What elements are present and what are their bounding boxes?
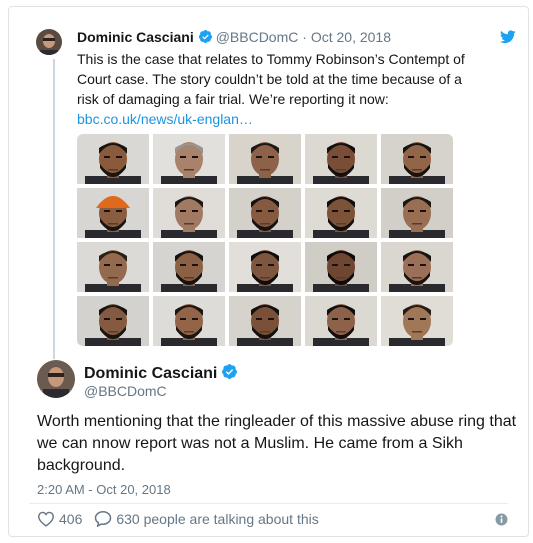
author-name[interactable]: Dominic Casciani [84,363,241,383]
twitter-bird-icon[interactable] [500,30,516,44]
quoted-tweet-date[interactable]: Oct 20, 2018 [311,29,391,45]
mugshot-photo[interactable] [305,188,377,238]
mugshot-photo[interactable] [305,242,377,292]
tweet-actions: 406 630 people are talking about this [37,510,331,527]
tweet-timestamp[interactable]: 2:20 AM - Oct 20, 2018 [37,482,171,497]
mugshot-photo[interactable] [381,134,453,184]
thread-connector-line [53,59,55,359]
verified-badge-icon [198,29,212,44]
mugshot-photo[interactable] [229,296,301,346]
mugshot-photo[interactable] [77,134,149,184]
mugshot-photo[interactable] [229,188,301,238]
mugshot-photo[interactable] [229,134,301,184]
divider [29,503,508,504]
mugshot-photo[interactable] [77,188,149,238]
quoted-author-handle[interactable]: @BBCDomC [216,29,299,45]
tweet-text: Worth mentioning that the ringleader of … [37,413,517,474]
conversation-count: 630 people are talking about this [116,510,319,527]
info-icon[interactable] [495,513,508,526]
mugshot-photo[interactable] [381,188,453,238]
mugshot-photo[interactable] [381,242,453,292]
meta-separator: · [298,29,311,45]
mugshot-photo[interactable] [229,242,301,292]
mugshot-photo[interactable] [153,242,225,292]
quoted-author-avatar[interactable] [36,29,62,55]
mugshot-photo[interactable] [153,188,225,238]
reply-action[interactable]: 630 people are talking about this [94,510,319,527]
verified-badge-icon [222,364,238,379]
mugshot-photo[interactable] [153,296,225,346]
mugshot-photo[interactable] [381,296,453,346]
author-handle[interactable]: @BBCDomC [84,383,167,399]
quoted-tweet-text: This is the case that relates to Tommy R… [77,51,465,127]
article-link[interactable]: bbc.co.uk/news/uk-englan… [77,111,253,127]
mugshot-photo[interactable] [153,134,225,184]
mugshot-photo-grid[interactable] [77,134,453,346]
mugshot-photo[interactable] [305,134,377,184]
quoted-tweet-header: Dominic Casciani @BBCDomC · Oct 20, 2018 [77,29,391,45]
like-action[interactable]: 406 [37,511,82,527]
like-count: 406 [59,510,83,527]
mugshot-photo[interactable] [77,296,149,346]
reply-bubble-icon [95,510,112,527]
embedded-tweet-card: Dominic Casciani @BBCDomC · Oct 20, 2018 … [8,6,529,537]
author-avatar[interactable] [37,360,75,398]
mugshot-photo[interactable] [305,296,377,346]
heart-icon [37,511,55,527]
mugshot-photo[interactable] [77,242,149,292]
quoted-author-name[interactable]: Dominic Casciani [77,29,194,45]
